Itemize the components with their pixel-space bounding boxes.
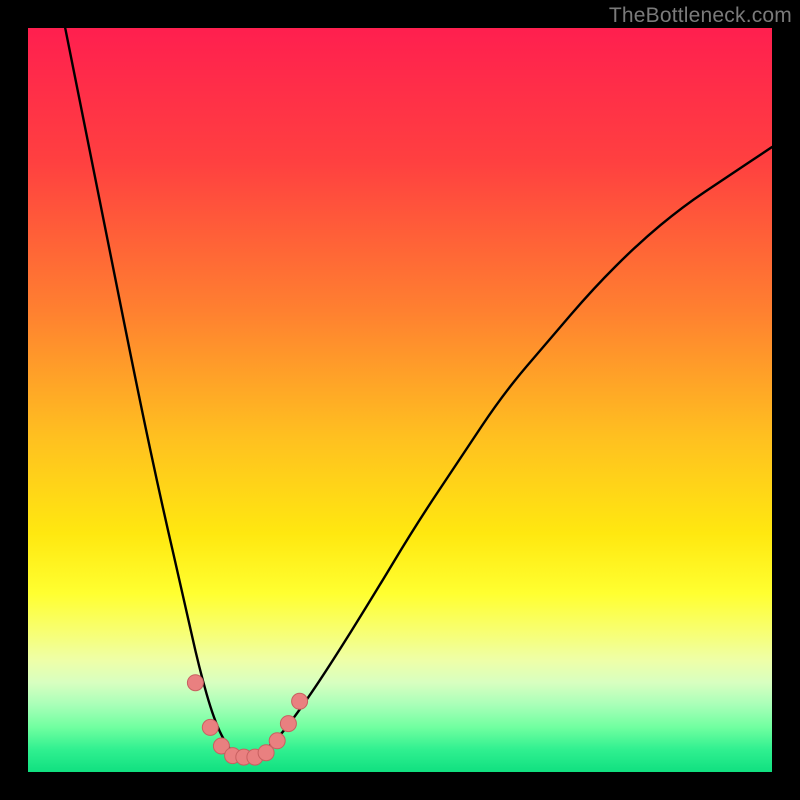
watermark-text: TheBottleneck.com bbox=[609, 4, 792, 28]
plot-gradient-background bbox=[28, 28, 772, 772]
plot-frame bbox=[28, 28, 772, 772]
